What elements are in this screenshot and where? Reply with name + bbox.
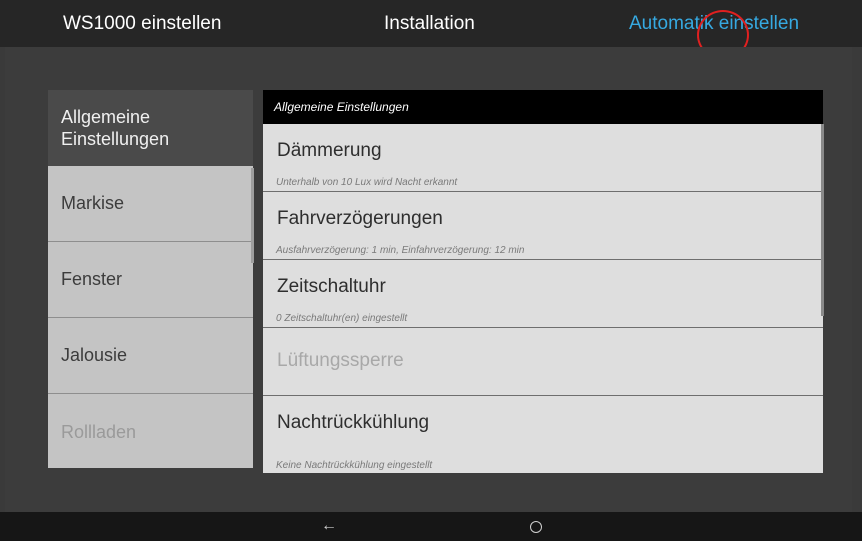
list-item-daemmerung[interactable]: Dämmerung Unterhalb von 10 Lux wird Nach… [263, 124, 823, 192]
sidebar-item-fenster[interactable]: Fenster [48, 242, 253, 318]
page-title: Installation [384, 13, 475, 34]
system-navbar: ← [0, 512, 862, 541]
panel-scrollbar[interactable] [821, 124, 824, 316]
sidebar-item-markise[interactable]: Markise [48, 166, 253, 242]
device-title: WS1000 einstellen [63, 13, 222, 34]
sidebar-item-jalousie[interactable]: Jalousie [48, 318, 253, 394]
sidebar: Allgemeine Einstellungen Markise Fenster… [48, 90, 253, 468]
list-item-fahrverzoegerungen[interactable]: Fahrverzögerungen Ausfahrverzögerung: 1 … [263, 192, 823, 260]
list-item-zeitschaltuhr[interactable]: Zeitschaltuhr 0 Zeitschaltuhr(en) einges… [263, 260, 823, 328]
list-item-subtitle: Keine Nachtrückkühlung eingestellt [276, 460, 433, 471]
sidebar-item-label: Fenster [61, 269, 123, 289]
panel-header: Allgemeine Einstellungen [263, 90, 823, 124]
home-circle-icon[interactable] [530, 521, 542, 533]
sidebar-item-rollladen: Rollladen [48, 394, 253, 468]
list-item-title: Dämmerung [277, 140, 382, 161]
list-item-subtitle: Ausfahrverzögerung: 1 min, Einfahrverzög… [276, 245, 525, 256]
sidebar-item-label: Allgemeine Einstellungen [61, 107, 170, 149]
list-item-subtitle: Unterhalb von 10 Lux wird Nacht erkannt [276, 177, 458, 188]
list-item-title: Lüftungssperre [277, 350, 404, 371]
sidebar-item-allgemeine-einstellungen[interactable]: Allgemeine Einstellungen [48, 90, 253, 166]
list-item-lueftungssperre: Lüftungssperre [263, 328, 823, 396]
list-item-title: Nachtrückkühlung [277, 412, 430, 433]
sidebar-item-label: Rollladen [61, 421, 137, 442]
settings-panel: Allgemeine Einstellungen Dämmerung Unter… [263, 90, 823, 473]
list-item-title: Zeitschaltuhr [277, 276, 386, 297]
sidebar-item-label: Markise [61, 193, 125, 213]
list-item-subtitle: 0 Zeitschaltuhr(en) eingestellt [276, 313, 408, 324]
list-item-nachtrueckkuehlung[interactable]: Nachtrückkühlung Keine Nachtrückkühlung … [263, 396, 823, 473]
sidebar-item-label: Jalousie [61, 345, 128, 365]
sidebar-scrollbar[interactable] [251, 168, 254, 263]
back-arrow-icon[interactable]: ← [321, 516, 337, 536]
list-item-title: Fahrverzögerungen [277, 208, 443, 229]
